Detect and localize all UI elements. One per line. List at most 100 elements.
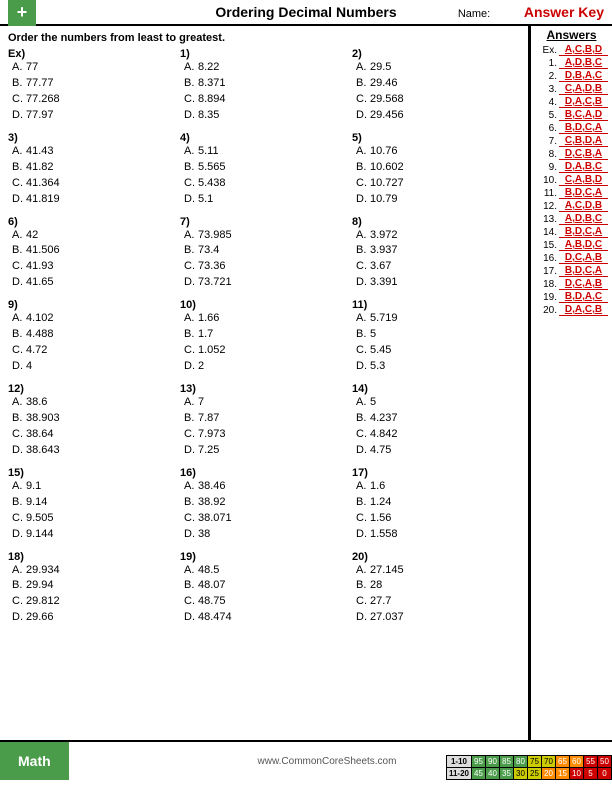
answer-row: 10. C,A,B,D — [535, 174, 608, 186]
problem-block: 3) A. 41.43 B. 41.82 C. 41.364 D. 41.819 — [8, 132, 176, 208]
choice-letter: C. — [356, 92, 368, 108]
problem-block: 7) A. 73.985 B. 73.4 C. 73.36 D. 73.721 — [180, 216, 348, 292]
problem-number: 12) — [8, 383, 24, 395]
choice-letter: D. — [184, 610, 196, 626]
choice-value: 5.11 — [198, 144, 219, 160]
choice-value: 5.719 — [370, 311, 398, 327]
answer-row: 2. D,B,A,C — [535, 70, 608, 82]
choice-letter: A. — [356, 479, 368, 495]
page-header: + Ordering Decimal Numbers Name: Answer … — [0, 0, 612, 26]
problem-header: 13) — [180, 383, 348, 395]
choice-value: 5.3 — [370, 359, 385, 375]
answer-row: Ex. A,C,B,D — [535, 44, 608, 56]
problem-block: 20) A. 27.145 B. 28 C. 27.7 D. 27.037 — [352, 551, 520, 627]
choice-value: 73.4 — [198, 243, 219, 259]
answer-number: 1. — [535, 58, 557, 69]
problem-block: 15) A. 9.1 B. 9.14 C. 9.505 D. 9.144 — [8, 467, 176, 543]
choice-row: C. 7.973 — [184, 427, 348, 443]
problem-choices: A. 38.46 B. 38.92 C. 38.071 D. 38 — [184, 479, 348, 543]
choice-letter: A. — [12, 144, 24, 160]
choice-letter: D. — [184, 275, 196, 291]
problem-header: 7) — [180, 216, 348, 228]
answer-row: 13. A,D,B,C — [535, 213, 608, 225]
answer-value: D,A,C,B — [559, 304, 608, 316]
choice-value: 38.64 — [26, 427, 54, 443]
choice-value: 41.65 — [26, 275, 54, 291]
choice-row: B. 5.565 — [184, 160, 348, 176]
choice-value: 38.071 — [198, 511, 232, 527]
choice-letter: B. — [12, 160, 24, 176]
choice-value: 77.97 — [26, 108, 54, 124]
answer-number: 19. — [535, 292, 557, 303]
answers-header: Answers — [535, 28, 608, 42]
answer-row: 5. B,C,A,D — [535, 109, 608, 121]
choice-value: 29.66 — [26, 610, 54, 626]
problem-choices: A. 27.145 B. 28 C. 27.7 D. 27.037 — [356, 563, 520, 627]
choice-row: B. 41.82 — [12, 160, 176, 176]
answer-number: 17. — [535, 266, 557, 277]
choice-letter: B. — [356, 160, 368, 176]
choice-value: 27.145 — [370, 563, 404, 579]
answer-number: 7. — [535, 136, 557, 147]
choice-row: C. 73.36 — [184, 259, 348, 275]
problem-choices: A. 3.972 B. 3.937 C. 3.67 D. 3.391 — [356, 228, 520, 292]
choice-value: 29.46 — [370, 76, 398, 92]
choice-row: C. 38.64 — [12, 427, 176, 443]
choice-row: C. 41.364 — [12, 176, 176, 192]
choice-letter: C. — [184, 511, 196, 527]
logo-icon: + — [8, 0, 36, 26]
answer-value: A,D,B,C — [559, 213, 608, 225]
answer-number: 5. — [535, 110, 557, 121]
problem-number: 6) — [8, 216, 18, 228]
problem-block: 6) A. 42 B. 41.506 C. 41.93 D. 41.65 — [8, 216, 176, 292]
choice-letter: B. — [356, 411, 368, 427]
choice-letter: C. — [356, 511, 368, 527]
problem-number: Ex) — [8, 48, 25, 60]
choice-row: D. 38 — [184, 527, 348, 543]
answer-value: D,B,A,C — [559, 70, 608, 82]
choice-row: C. 4.72 — [12, 343, 176, 359]
problems-area: Order the numbers from least to greatest… — [0, 26, 530, 740]
problem-block: 19) A. 48.5 B. 48.07 C. 48.75 D. 48.474 — [180, 551, 348, 627]
answer-row: 7. C,B,D,A — [535, 135, 608, 147]
choice-row: D. 48.474 — [184, 610, 348, 626]
choice-row: C. 1.052 — [184, 343, 348, 359]
problem-number: 5) — [352, 132, 362, 144]
choice-value: 38.6 — [26, 395, 47, 411]
choice-value: 1.66 — [198, 311, 219, 327]
problem-header: 16) — [180, 467, 348, 479]
choice-letter: D. — [356, 610, 368, 626]
choice-value: 3.937 — [370, 243, 398, 259]
answer-number: 9. — [535, 162, 557, 173]
choice-row: B. 38.903 — [12, 411, 176, 427]
answer-value: D,C,A,B — [559, 252, 608, 264]
problem-block: 10) A. 1.66 B. 1.7 C. 1.052 D. 2 — [180, 299, 348, 375]
choice-letter: B. — [184, 327, 196, 343]
choice-row: A. 38.6 — [12, 395, 176, 411]
choice-row: C. 27.7 — [356, 594, 520, 610]
choice-row: D. 2 — [184, 359, 348, 375]
answer-row: 17. B,D,C,A — [535, 265, 608, 277]
choice-letter: D. — [356, 527, 368, 543]
answer-row: 18. D,C,A,B — [535, 278, 608, 290]
choice-value: 10.602 — [370, 160, 404, 176]
choice-value: 28 — [370, 578, 382, 594]
answer-value: C,A,D,B — [559, 83, 608, 95]
choice-row: D. 4.75 — [356, 443, 520, 459]
problem-header: 2) — [352, 48, 520, 60]
problem-header: 14) — [352, 383, 520, 395]
answer-value: C,B,D,A — [559, 135, 608, 147]
choice-row: D. 4 — [12, 359, 176, 375]
choice-row: A. 73.985 — [184, 228, 348, 244]
answer-value: B,D,C,A — [559, 122, 608, 134]
problem-number: 16) — [180, 467, 196, 479]
choice-letter: A. — [184, 479, 196, 495]
problem-number: 11) — [352, 299, 367, 311]
answer-number: 2. — [535, 71, 557, 82]
problem-choices: A. 5.719 B. 5 C. 5.45 D. 5.3 — [356, 311, 520, 375]
choice-value: 7.87 — [198, 411, 219, 427]
choice-row: A. 77 — [12, 60, 176, 76]
choice-letter: A. — [12, 311, 24, 327]
choice-letter: C. — [12, 427, 24, 443]
choice-value: 5.565 — [198, 160, 226, 176]
